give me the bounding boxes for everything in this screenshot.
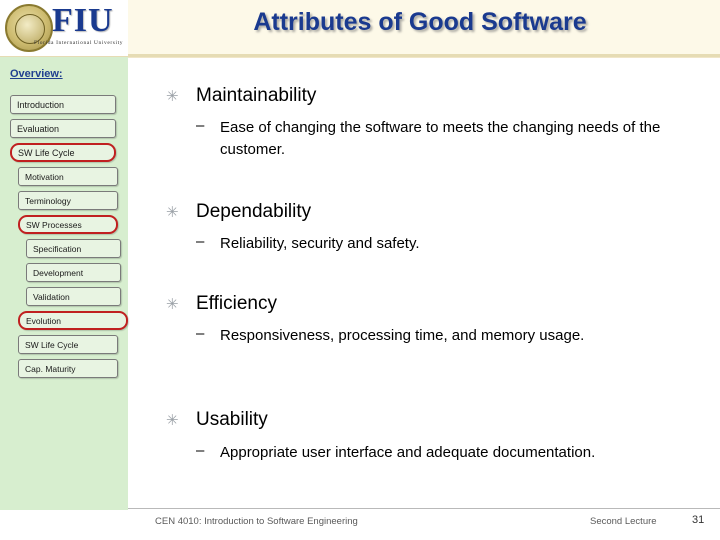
- sidebar-item-label: Introduction: [17, 99, 65, 110]
- slide-body: ✳ Maintainability – Ease of changing the…: [128, 57, 720, 510]
- sidebar-item-motivation[interactable]: Motivation: [18, 167, 118, 186]
- sidebar-item-sw-life-cycle-top[interactable]: SW Life Cycle: [10, 143, 116, 162]
- bullet-title: Dependability: [196, 201, 312, 222]
- sidebar-item-evolution[interactable]: Evolution: [18, 311, 128, 330]
- sidebar-item-specification[interactable]: Specification: [26, 239, 121, 258]
- sidebar-item-label: Development: [33, 267, 84, 278]
- footer-course: CEN 4010: Introduction to Software Engin…: [155, 516, 358, 527]
- sidebar-item-validation[interactable]: Validation: [26, 287, 121, 306]
- dash-glyph-icon: –: [196, 117, 205, 134]
- footer-divider: [128, 508, 720, 509]
- sidebar-item-label: Cap. Maturity: [25, 363, 76, 374]
- page-number: 31: [692, 514, 705, 526]
- sidebar-item-label: Motivation: [25, 171, 64, 182]
- page-title: Attributes of Good Software: [253, 8, 587, 36]
- sidebar-item-sw-processes[interactable]: SW Processes: [18, 215, 118, 234]
- fiu-logo-subtitle: Florida International University: [34, 40, 124, 46]
- sub-text: Responsiveness, processing time, and mem…: [220, 327, 585, 344]
- sidebar-item-label: SW Life Cycle: [25, 339, 79, 350]
- bullet-title: Efficiency: [196, 293, 277, 314]
- sub-text: Reliability, security and safety.: [220, 235, 420, 252]
- sidebar-item-label: Validation: [33, 291, 70, 302]
- sidebar-bottom-strip: [0, 510, 128, 540]
- dash-glyph-icon: –: [196, 442, 205, 459]
- sidebar-overview-label: Overview:: [10, 68, 63, 80]
- sidebar-item-label: Evaluation: [17, 123, 60, 134]
- sub-text: Appropriate user interface and adequate …: [220, 444, 596, 461]
- sidebar-item-sw-life-cycle-bottom[interactable]: SW Life Cycle: [18, 335, 118, 354]
- bullet-glyph-icon: ✳: [166, 204, 179, 221]
- sidebar-item-evaluation[interactable]: Evaluation: [10, 119, 116, 138]
- footer-lecture: Second Lecture: [590, 516, 657, 527]
- slide: FIU Florida International University Att…: [0, 0, 720, 540]
- bullet-title: Usability: [196, 409, 268, 430]
- bullet-title: Maintainability: [196, 85, 317, 106]
- bullet-glyph-icon: ✳: [166, 412, 179, 429]
- sidebar-item-label: SW Life Cycle: [18, 147, 75, 158]
- fiu-logo: FIU Florida International University: [0, 0, 128, 56]
- dash-glyph-icon: –: [196, 325, 205, 342]
- fiu-logo-letters: FIU: [52, 2, 114, 39]
- sidebar-item-introduction[interactable]: Introduction: [10, 95, 116, 114]
- bullet-glyph-icon: ✳: [166, 296, 179, 313]
- sidebar-item-label: Specification: [33, 243, 82, 254]
- sidebar-item-label: Terminology: [25, 195, 71, 206]
- sidebar-item-terminology[interactable]: Terminology: [18, 191, 118, 210]
- sidebar-item-development[interactable]: Development: [26, 263, 121, 282]
- sub-text: Ease of changing the software to meets t…: [220, 119, 661, 158]
- dash-glyph-icon: –: [196, 233, 205, 250]
- bullet-glyph-icon: ✳: [166, 88, 179, 105]
- sidebar-item-cap-maturity[interactable]: Cap. Maturity: [18, 359, 118, 378]
- sidebar-item-label: SW Processes: [26, 219, 82, 230]
- sidebar-item-label: Evolution: [26, 315, 61, 326]
